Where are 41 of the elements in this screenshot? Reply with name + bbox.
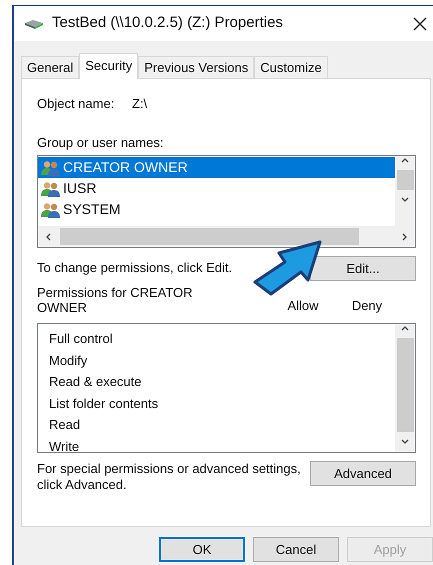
column-header: Deny xyxy=(350,296,384,315)
users-icon xyxy=(41,160,61,176)
user-list-item[interactable]: IUSR xyxy=(38,178,395,199)
permission-name: Write xyxy=(48,438,80,456)
network-drive-icon xyxy=(24,18,44,30)
permission-name: Modify xyxy=(48,352,88,370)
users-icon xyxy=(41,180,61,196)
permission-name: Read & execute xyxy=(48,373,143,391)
users-icon xyxy=(41,202,61,218)
user-list[interactable]: CREATOR OWNER IUSR SYSTEM xyxy=(37,155,416,248)
user-name: IUSR xyxy=(63,179,96,198)
dialog-button[interactable]: OK xyxy=(159,537,245,562)
permission-name: Full control xyxy=(48,330,114,348)
horizontal-scrollbar[interactable] xyxy=(38,226,415,247)
tab[interactable]: General xyxy=(21,56,80,78)
scrollbar-thumb[interactable] xyxy=(60,228,359,245)
window-title: TestBed (\\10.0.2.5) (Z:) Properties xyxy=(52,13,283,34)
user-name: SYSTEM xyxy=(63,200,121,219)
user-list-item[interactable]: CREATOR OWNER xyxy=(38,157,395,178)
user-list-item[interactable]: SYSTEM xyxy=(38,199,395,220)
vertical-scrollbar[interactable] xyxy=(395,324,415,452)
scrollbar-thumb[interactable] xyxy=(396,338,414,432)
object-name-label: Object name: xyxy=(37,95,116,113)
scrollbar-thumb[interactable] xyxy=(396,170,414,190)
edit-hint: To change permissions, click Edit. xyxy=(37,259,232,277)
close-icon[interactable] xyxy=(413,16,427,30)
permission-name: Read xyxy=(48,416,82,434)
user-name: CREATOR OWNER xyxy=(63,158,188,177)
tab[interactable]: Customize xyxy=(254,56,328,78)
vertical-scrollbar[interactable] xyxy=(395,156,415,226)
edit-button[interactable]: Edit... xyxy=(310,256,416,281)
tab[interactable]: Previous Versions xyxy=(138,56,254,78)
permission-name: List folder contents xyxy=(48,394,160,412)
dialog-button[interactable]: Cancel xyxy=(253,537,339,562)
object-name-value: Z:\ xyxy=(132,95,148,113)
group-label: Group or user names: xyxy=(37,134,164,152)
tab[interactable]: Security xyxy=(79,53,138,79)
advanced-button[interactable]: Advanced xyxy=(310,461,416,486)
permissions-title: Permissions for CREATOR OWNER xyxy=(37,285,194,315)
advanced-hint: For special permissions or advanced settings, click Advanced. xyxy=(37,461,302,493)
column-header: Allow xyxy=(286,296,320,314)
